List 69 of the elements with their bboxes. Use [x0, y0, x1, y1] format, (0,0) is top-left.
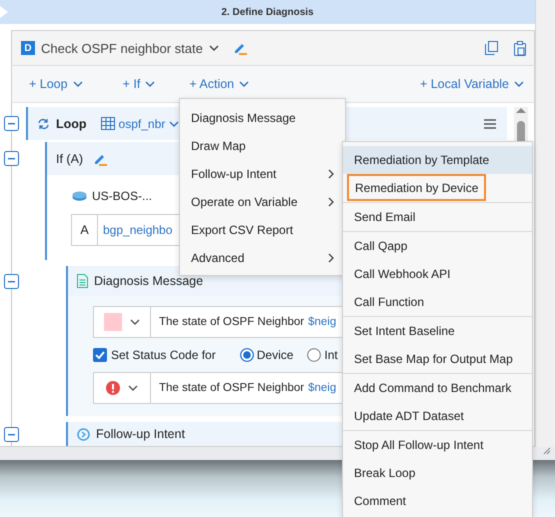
condition-key: A	[72, 215, 98, 245]
menu-item[interactable]: Draw Map	[180, 132, 345, 160]
resize-grip-icon[interactable]	[543, 447, 551, 455]
radio-button[interactable]	[307, 348, 322, 362]
menu-item[interactable]: Follow-up Intent	[180, 160, 345, 188]
variable-link[interactable]: $neig	[308, 382, 336, 394]
menu-item[interactable]: Break Loop	[343, 459, 532, 487]
loop-icon	[37, 118, 50, 130]
section-label: Diagnosis Message	[94, 274, 204, 288]
chevron-right-icon	[328, 253, 334, 263]
section-label: Follow-up Intent	[96, 427, 185, 441]
document-icon	[77, 274, 88, 288]
paste-icon[interactable]	[514, 40, 526, 56]
toolbar-menu-button[interactable]: + If	[120, 75, 158, 93]
caret-icon	[514, 81, 524, 87]
menu-item[interactable]: Send Email	[343, 203, 532, 231]
menu-item[interactable]: Stop All Follow-up Intent	[343, 431, 532, 459]
menu-item[interactable]: Operate on Variable	[180, 188, 345, 216]
table-icon	[100, 117, 115, 130]
menu-item[interactable]: Remediation by Device	[347, 174, 486, 201]
checkbox-label: Set Status Code for	[111, 348, 216, 362]
caret-icon	[169, 120, 180, 126]
chevron-right-icon	[328, 169, 334, 179]
variable-link[interactable]: $neig	[308, 316, 336, 328]
step-notch-icon	[0, 6, 8, 18]
toolbar-menu-button[interactable]: + Action	[187, 75, 252, 93]
menu-item[interactable]: Update ADT Dataset	[343, 402, 532, 430]
toolbar-menu-button[interactable]: + Local Variable	[418, 75, 526, 93]
error-icon	[106, 381, 120, 395]
collapse-icon[interactable]	[4, 426, 18, 442]
menu-item[interactable]: Call Qapp	[343, 232, 532, 260]
pencil-icon[interactable]	[232, 41, 247, 55]
menu-item[interactable]: Advanced	[180, 244, 345, 272]
checkbox[interactable]	[93, 348, 107, 362]
type-badge: D	[21, 41, 35, 55]
collapse-icon[interactable]	[4, 116, 18, 131]
caret-icon	[208, 45, 219, 51]
radio-button[interactable]	[240, 348, 254, 362]
copy-icon[interactable]	[485, 41, 498, 55]
device-name: US-BOS-...	[92, 189, 152, 203]
intent-title-dropdown[interactable]: Check OSPF neighbor state	[41, 40, 219, 56]
menu-item[interactable]: Comment	[343, 487, 532, 515]
collapse-icon[interactable]	[4, 151, 18, 166]
menu-item[interactable]: Call Webhook API	[343, 260, 532, 288]
caret-icon	[239, 81, 250, 87]
chevron-right-icon	[328, 197, 334, 207]
menu-item[interactable]: Diagnosis Message	[180, 104, 345, 132]
menu-icon[interactable]	[484, 118, 496, 128]
toolbar-menu-button[interactable]: + Loop	[27, 75, 85, 93]
message-text: The state of OSPF Neighbor	[159, 316, 304, 328]
menu-item[interactable]: Set Base Map for Output Map	[343, 345, 532, 373]
menu-item[interactable]: Export CSV Report	[180, 216, 345, 244]
loop-label: Loop	[56, 116, 87, 130]
router-icon	[72, 191, 87, 201]
section-title: 2. Define Diagnosis	[221, 6, 314, 18]
scroll-up-icon[interactable]	[516, 107, 526, 113]
menu-item[interactable]: Remediation by Template	[343, 146, 532, 174]
caret-icon	[128, 385, 138, 391]
message-text: The state of OSPF Neighbor	[159, 382, 304, 394]
caret-icon	[145, 81, 156, 87]
if-label: If (A)	[56, 152, 84, 166]
table-dropdown[interactable]: ospf_nbr	[100, 116, 180, 130]
collapse-icon[interactable]	[4, 274, 18, 288]
caret-icon	[72, 81, 83, 87]
color-swatch	[104, 313, 122, 331]
radio-label: Device	[256, 348, 294, 362]
caret-icon	[130, 319, 140, 325]
followup-icon	[77, 428, 90, 440]
radio-label: Int	[324, 348, 338, 362]
